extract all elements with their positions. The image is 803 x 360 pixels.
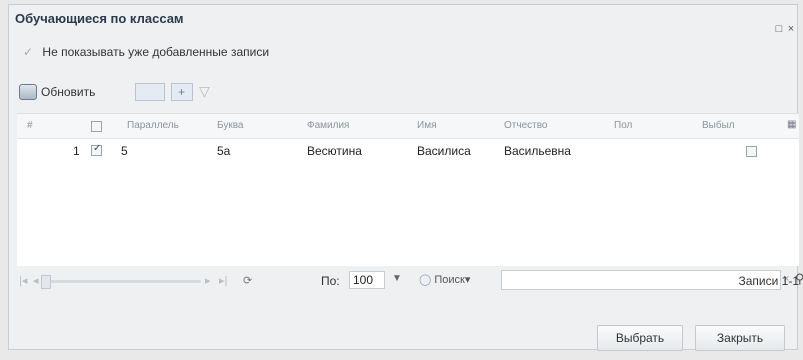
first-page-icon[interactable]: |◂ [19, 274, 27, 287]
dialog-title: Обучающиеся по классам [15, 11, 184, 26]
titlebar: Обучающиеся по классам □ × [9, 5, 797, 35]
page-slider-handle[interactable] [41, 275, 51, 289]
col-header-num: # [27, 120, 33, 131]
select-all-button[interactable] [135, 83, 165, 101]
header-select-all-checkbox[interactable] [91, 121, 102, 132]
hide-added-checkbox[interactable]: ✓ [23, 45, 33, 59]
grid-header: # Параллель Буква Фамилия Имя Отчество П… [17, 114, 799, 139]
cell-surname: Весютина [307, 144, 362, 158]
filter-icon[interactable]: ▽ [199, 83, 210, 100]
table-row[interactable]: 1 5 5а Весютина Василиса Васильевна [17, 138, 799, 162]
col-header-parallel[interactable]: Параллель [127, 120, 179, 131]
columns-menu-icon[interactable]: ▦ [787, 119, 796, 130]
row-select-checkbox[interactable] [91, 143, 102, 156]
close-button[interactable]: Закрыть [695, 325, 785, 351]
window-controls: □ × [773, 23, 797, 35]
page-slider[interactable] [41, 280, 201, 283]
hide-added-label: Не показывать уже добавленные записи [42, 45, 270, 59]
col-header-letter[interactable]: Буква [217, 120, 243, 131]
students-grid: # Параллель Буква Фамилия Имя Отчество П… [17, 113, 799, 266]
prev-page-icon[interactable]: ◂ [33, 274, 39, 287]
col-header-patronymic[interactable]: Отчество [504, 120, 547, 131]
col-header-name[interactable]: Имя [417, 120, 436, 131]
refresh-page-icon[interactable]: ⟳ [243, 274, 252, 287]
refresh-label: Обновить [41, 85, 96, 99]
col-header-surname[interactable]: Фамилия [307, 120, 349, 131]
search-mode-icon: ◯ [419, 274, 432, 286]
filter-bar: ✓ Не показывать уже добавленные записи [23, 45, 269, 59]
row-num: 1 [73, 144, 80, 158]
last-page-icon[interactable]: ▸| [219, 274, 227, 287]
pager: |◂ ◂ ▸ ▸| ⟳ По: 100 ▼ ◯ Поиск▾ × ⚲ Запис… [17, 267, 803, 295]
cell-parallel: 5 [121, 144, 128, 158]
col-header-gender[interactable]: Пол [614, 120, 632, 131]
refresh-button[interactable]: Обновить [19, 81, 95, 103]
search-mode-label: Поиск [434, 274, 465, 286]
per-page-input[interactable]: 100 [349, 271, 385, 289]
cell-name: Василиса [417, 144, 471, 158]
maximize-icon[interactable]: □ [773, 23, 785, 35]
refresh-icon [19, 84, 37, 100]
close-icon[interactable]: × [785, 23, 797, 35]
per-page-label: По: [321, 274, 340, 288]
records-count: Записи 1-1 [738, 274, 799, 288]
search-mode-button[interactable]: ◯ Поиск▾ [419, 273, 470, 286]
chevron-down-icon: ▾ [464, 274, 471, 286]
left-checkbox[interactable] [746, 146, 757, 157]
col-header-left[interactable]: Выбыл [702, 120, 735, 131]
next-page-icon[interactable]: ▸ [205, 274, 211, 287]
toolbar: Обновить ▽ [19, 81, 319, 105]
add-button[interactable] [171, 83, 193, 101]
cell-patronymic: Васильевна [504, 144, 571, 158]
select-button[interactable]: Выбрать [597, 325, 683, 351]
per-page-dropdown-icon[interactable]: ▼ [392, 273, 402, 284]
cell-letter: 5а [217, 144, 231, 158]
dialog-window: Обучающиеся по классам □ × ✓ Не показыват… [8, 4, 803, 351]
